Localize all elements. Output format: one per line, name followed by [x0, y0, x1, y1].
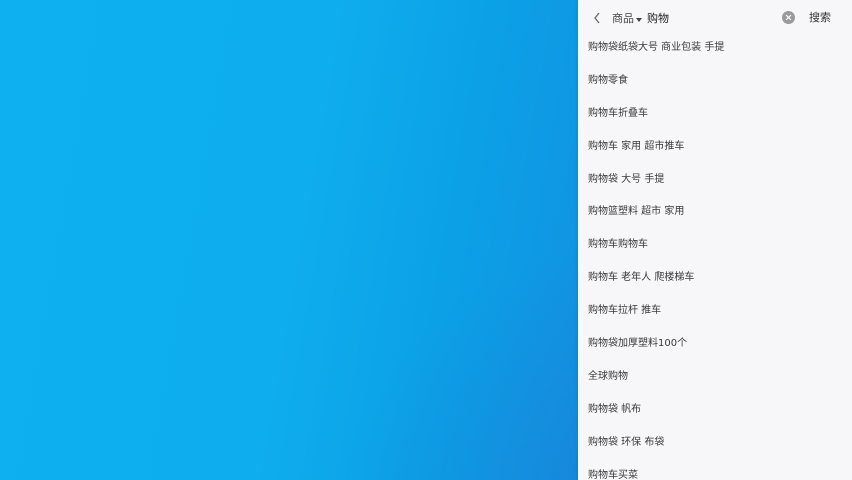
suggestion-item[interactable]: 全球购物	[578, 361, 852, 394]
search-input[interactable]: 商品 购物	[612, 9, 669, 27]
suggestion-item[interactable]: 购物袋纸袋大号 商业包装 手提	[578, 32, 852, 65]
suggestion-item[interactable]: 购物车买菜	[578, 460, 852, 480]
suggestion-item[interactable]: 购物袋 帆布	[578, 394, 852, 427]
suggestion-item[interactable]: 购物车拉杆 推车	[578, 295, 852, 328]
suggestion-item[interactable]: 购物零食	[578, 65, 852, 98]
suggestion-item[interactable]: 购物袋 大号 手提	[578, 164, 852, 197]
caret-down-icon[interactable]	[636, 12, 642, 25]
search-query-text[interactable]: 购物	[647, 10, 669, 26]
search-button[interactable]: 搜索	[809, 9, 831, 27]
suggestion-item[interactable]: 购物车 家用 超市推车	[578, 131, 852, 164]
suggestion-item[interactable]: 购物车购物车	[578, 229, 852, 262]
suggestion-item[interactable]: 购物袋 环保 布袋	[578, 427, 852, 460]
suggestion-list: 购物袋纸袋大号 商业包装 手提 购物零食 购物车折叠车 购物车 家用 超市推车 …	[578, 32, 852, 480]
back-arrow-icon[interactable]	[590, 10, 604, 26]
suggestion-item[interactable]: 购物车 老年人 爬楼梯车	[578, 262, 852, 295]
suggestion-item[interactable]: 购物篮塑料 超市 家用	[578, 196, 852, 229]
search-bar: 商品 购物 搜索	[578, 0, 852, 36]
search-category-selector[interactable]: 商品	[612, 10, 634, 26]
suggestion-item[interactable]: 购物袋加厚塑料100个	[578, 328, 852, 361]
suggestion-item[interactable]: 购物车折叠车	[578, 98, 852, 131]
clear-icon[interactable]	[782, 11, 795, 24]
search-panel: 商品 购物 搜索 购物袋纸袋大号 商业包装 手提 购物零食 购物车折叠车 购物车…	[578, 0, 852, 480]
